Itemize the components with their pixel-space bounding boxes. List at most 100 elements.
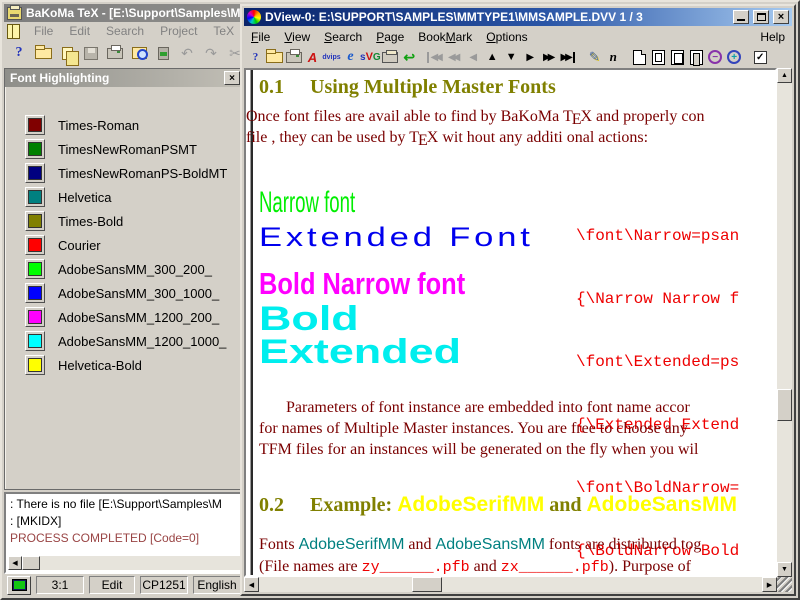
menu-help[interactable]: Help [753,30,792,44]
resize-grip[interactable] [777,577,792,592]
prev-fast-button[interactable]: ◀◀ [445,47,464,67]
console-button[interactable] [7,576,31,595]
prev-page-button[interactable]: ◀ [464,47,483,67]
menu-tex[interactable]: TeX [205,24,242,38]
color-swatch-button[interactable] [25,355,45,375]
menu-project[interactable]: Project [152,24,205,38]
scrollbar-thumb[interactable] [22,556,40,570]
prev-page-icon: ◀ [469,52,477,63]
list-item: TimesNewRomanPS-BoldMT [25,161,245,185]
color-swatch-button[interactable] [25,115,45,135]
next-page-button[interactable]: ▶ [521,47,540,67]
scroll-down-button[interactable]: ▼ [502,47,521,67]
back-button[interactable]: ↩ [400,47,419,67]
find-in-file-button[interactable] [127,42,151,64]
next-fast-button[interactable]: ▶▶ [540,47,559,67]
menu-options[interactable]: Options [479,30,534,44]
recycle-button[interactable] [151,42,175,64]
list-item: AdobeSansMM_1200_1000_ [25,329,245,353]
font-panel-close-button[interactable]: × [224,71,240,85]
undo-button[interactable]: ↶ [175,42,199,64]
menu-bookmark[interactable]: BookMark [411,30,479,44]
zoom-in-button[interactable]: + [725,47,744,67]
view-two-pages-button[interactable] [668,47,687,67]
view-split-button[interactable] [687,47,706,67]
document-icon[interactable] [7,24,20,39]
menu-page[interactable]: Page [369,30,411,44]
scrollbar-thumb[interactable] [412,577,442,592]
minimize-button[interactable] [733,10,749,24]
color-swatch-button[interactable] [25,235,45,255]
color-swatch-button[interactable] [25,331,45,351]
open-button[interactable] [31,42,55,64]
help-icon: ? [253,51,259,63]
scroll-up-button[interactable]: ▲ [777,68,792,83]
print-button[interactable] [103,42,127,64]
color-swatch-button[interactable] [25,283,45,303]
color-swatch-button[interactable] [25,259,45,279]
menu-view[interactable]: View [277,30,317,44]
code-line: \font\Narrow=psan [576,226,777,247]
goto-page-button[interactable]: n [604,47,623,67]
paragraph-3: Fonts AdobeSerifMM and AdobeSansMM fonts… [259,536,701,554]
scroll-left-button[interactable]: ◀ [244,577,259,592]
annotate-button[interactable]: ✎ [585,47,604,67]
language-status[interactable]: English [193,576,241,594]
option-checkbox[interactable]: ✓ [751,47,770,67]
print-icon [286,52,302,63]
scroll-down-button[interactable]: ▼ [777,562,792,577]
next-fast-icon: ▶▶ [543,52,555,63]
monitor-icon [12,579,27,591]
scroll-right-icon: ▶ [767,581,772,589]
dview-titlebar[interactable]: DView-0: E:\SUPPORT\SAMPLES\MMTYPE1\MMSA… [244,8,792,26]
export-svg-button[interactable]: sVG [360,47,381,67]
font-panel-title: Font Highlighting [10,71,109,85]
dview-window: DView-0: E:\SUPPORT\SAMPLES\MMTYPE1\MMSA… [240,4,796,596]
help-button[interactable]: ? [246,47,265,67]
print-button[interactable] [284,47,303,67]
tex-process-button[interactable] [381,47,400,67]
export-dvips-button[interactable]: dvips [322,47,341,67]
last-page-button[interactable]: ▶▶ [559,47,578,67]
horizontal-scrollbar[interactable]: ◀ ▶ [244,577,777,592]
view-framed-button[interactable] [649,47,668,67]
color-swatch-button[interactable] [25,187,45,207]
font-highlighting-panel: Font Highlighting × Times-Roman TimesNew… [4,68,246,490]
scroll-right-button[interactable]: ▶ [762,577,777,592]
log-horizontal-scrollbar[interactable]: ◀ [8,556,242,570]
export-pdf-button[interactable]: A [303,47,322,67]
save-button[interactable] [79,42,103,64]
scroll-left-icon: ◀ [12,559,17,567]
code-line: \font\Extended=ps [576,352,777,373]
color-swatch-button[interactable] [25,307,45,327]
menu-file[interactable]: File [244,30,277,44]
zoom-out-button[interactable]: − [706,47,725,67]
zoom-ratio-status[interactable]: 3:1 [36,576,84,594]
view-page-button[interactable] [630,47,649,67]
menu-file[interactable]: File [26,24,61,38]
codepage-status[interactable]: CP1251 [140,576,188,594]
dvips-icon: dvips [322,54,340,61]
menu-search[interactable]: Search [317,30,369,44]
close-button[interactable]: × [773,10,789,24]
font-panel-titlebar[interactable]: Font Highlighting × [5,69,245,87]
color-swatch-button[interactable] [25,211,45,231]
open-button[interactable] [265,47,284,67]
copy-button[interactable] [55,42,79,64]
font-name-label: AdobeSansMM_300_200_ [58,262,212,277]
scroll-left-button[interactable]: ◀ [8,556,22,570]
color-swatch-button[interactable] [25,163,45,183]
first-page-button[interactable]: ◀◀ [426,47,445,67]
menu-edit[interactable]: Edit [61,24,98,38]
export-html-button[interactable]: e [341,47,360,67]
redo-button[interactable]: ↷ [199,42,223,64]
help-button[interactable]: ? [7,42,31,64]
edit-mode-status[interactable]: Edit [89,576,135,594]
maximize-button[interactable] [753,10,769,24]
scrollbar-thumb[interactable] [777,389,792,421]
color-swatch-button[interactable] [25,139,45,159]
scroll-up-button[interactable]: ▲ [483,47,502,67]
vertical-scrollbar[interactable]: ▲ ▼ [777,68,792,577]
color-swatch [28,286,42,300]
menu-search[interactable]: Search [98,24,152,38]
